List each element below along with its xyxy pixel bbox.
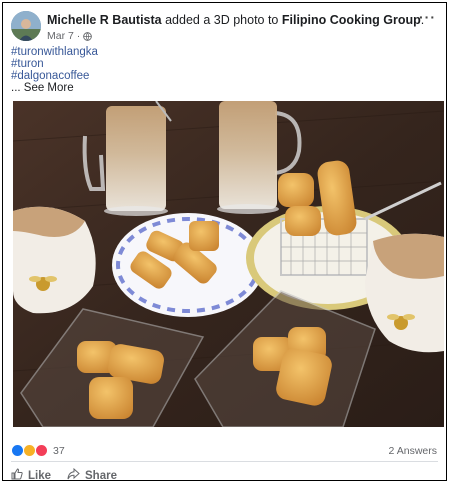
reaction-count: 37 — [53, 444, 65, 457]
share-label: Share — [85, 469, 117, 482]
like-label: Like — [28, 469, 52, 482]
post-card: Michelle R Bautista added a 3D photo to … — [2, 2, 447, 483]
like-button[interactable]: Like — [11, 468, 51, 483]
post-photo[interactable] — [13, 101, 444, 427]
more-options-button[interactable]: ··· — [419, 9, 436, 25]
hashtag-link[interactable]: #turon — [11, 58, 44, 70]
avatar-image — [11, 11, 41, 41]
share-arrow-icon — [67, 467, 80, 483]
group-name[interactable]: Filipino Cooking Group — [282, 13, 421, 27]
thumbs-up-icon — [11, 468, 23, 483]
reactions-summary[interactable]: 37 — [11, 444, 65, 457]
post-header: Michelle R Bautista added a 3D photo to … — [47, 13, 424, 27]
food-photo-image — [13, 101, 444, 427]
love-reaction-icon — [35, 444, 48, 457]
hashtag-link[interactable]: #turonwithlangka — [11, 46, 98, 58]
hashtag-link[interactable]: #dalgonacoffee — [11, 70, 89, 82]
divider — [11, 461, 438, 462]
see-more-link[interactable]: ... See More — [11, 82, 74, 94]
post-date[interactable]: Mar 7 · — [47, 30, 80, 42]
post-action-text: added a 3D photo to — [161, 13, 282, 27]
post-meta: Mar 7 · — [47, 30, 93, 42]
share-button[interactable]: Share — [67, 467, 117, 483]
avatar[interactable] — [11, 11, 41, 41]
author-name[interactable]: Michelle R Bautista — [47, 13, 162, 27]
globe-icon — [83, 31, 93, 41]
answers-count[interactable]: 2 Answers — [389, 445, 437, 457]
